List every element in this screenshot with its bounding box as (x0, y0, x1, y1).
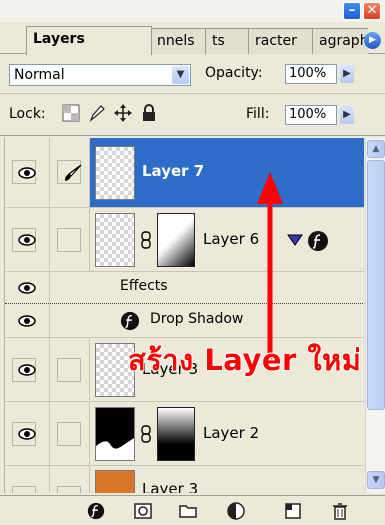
visibility-cell[interactable] (5, 466, 50, 493)
lock-image-icon[interactable] (88, 104, 106, 122)
layer-row-layer-3-bottom[interactable]: Layer 3 (5, 466, 364, 493)
tab-row: nnels ts racter agraph Layers ▶ (0, 22, 385, 55)
folder-icon[interactable] (178, 501, 198, 521)
adjustment-icon[interactable] (226, 501, 246, 521)
layer-thumbnail (95, 470, 135, 493)
opacity-field[interactable]: 100% (285, 64, 337, 84)
title-bar: – ✕ (0, 0, 385, 22)
layers-bottom-toolbar (0, 495, 385, 525)
effects-label: Effects (120, 278, 168, 294)
eye-icon[interactable] (18, 282, 36, 294)
new-layer-icon[interactable] (283, 501, 303, 521)
palette-menu-icon[interactable]: ▶ (364, 32, 381, 49)
lock-transparency-icon[interactable] (62, 104, 80, 122)
lock-position-icon[interactable] (114, 104, 132, 122)
effects-row[interactable]: Effects (5, 272, 364, 304)
blend-options-row: Normal ▼ Opacity: 100% ▶ (0, 56, 385, 94)
visibility-cell[interactable] (5, 338, 50, 401)
lock-label: Lock: (9, 106, 46, 122)
eye-icon[interactable] (18, 234, 36, 246)
layers-scrollbar[interactable]: ▲ ▼ (365, 138, 385, 493)
layers-list: Layer 7 Layer 6 Effects Drop Shadow Laye… (4, 138, 364, 493)
drop-shadow-label: Drop Shadow (150, 311, 244, 327)
blend-mode-select[interactable]: Normal ▼ (9, 64, 191, 86)
link-cell[interactable] (50, 138, 90, 207)
eye-icon[interactable] (18, 428, 36, 440)
link-cell[interactable] (50, 208, 90, 271)
close-button[interactable]: ✕ (363, 2, 381, 20)
fill-label: Fill: (246, 106, 270, 122)
layer-thumbnail (95, 407, 135, 461)
layer-row-layer-2[interactable]: Layer 2 (5, 402, 364, 466)
scroll-up-icon[interactable]: ▲ (367, 140, 385, 158)
layer-style-icon[interactable] (86, 501, 106, 521)
link-cell[interactable] (50, 402, 90, 465)
fx-icon (120, 311, 140, 331)
link-cell[interactable] (50, 466, 90, 493)
eye-icon[interactable] (18, 315, 36, 327)
tab-layers[interactable]: Layers (26, 26, 152, 55)
eye-icon[interactable] (18, 364, 36, 376)
opacity-slider-arrow-icon[interactable]: ▶ (340, 65, 354, 83)
visibility-cell[interactable] (5, 304, 50, 337)
chain-link-icon[interactable] (141, 231, 151, 249)
annotation-text: สร้าง Layer ใหม่ (128, 343, 362, 377)
trash-icon[interactable] (330, 501, 350, 521)
layers-palette: – ✕ nnels ts racter agraph Layers ▶ Norm… (0, 0, 385, 525)
layer-mask-thumbnail (157, 213, 195, 267)
brush-icon (65, 164, 82, 181)
layer-thumbnail (95, 146, 135, 200)
link-cell[interactable] (50, 338, 90, 401)
eye-icon[interactable] (18, 167, 36, 179)
visibility-cell[interactable] (5, 138, 50, 207)
scroll-thumb[interactable] (367, 160, 385, 410)
lock-fill-row: Lock: Fill: 100% ▶ (0, 94, 385, 136)
layer-name[interactable]: Layer 2 (203, 424, 259, 442)
mask-icon[interactable] (133, 501, 153, 521)
layer-name[interactable]: Layer 7 (142, 162, 204, 180)
layer-name[interactable]: Layer 3 (142, 480, 198, 493)
annotation-arrow-icon (257, 172, 283, 360)
minimize-button[interactable]: – (343, 2, 361, 20)
visibility-cell[interactable] (5, 208, 50, 271)
tab-character[interactable]: racter (248, 28, 318, 54)
tab-paragraph[interactable]: agraph (312, 28, 368, 54)
fill-field[interactable]: 100% (285, 105, 337, 125)
visibility-cell[interactable] (5, 272, 50, 303)
layer-thumbnail-shape (96, 438, 134, 460)
scroll-down-icon[interactable]: ▼ (367, 471, 385, 489)
fill-slider-arrow-icon[interactable]: ▶ (340, 106, 354, 124)
layer-row-layer-6[interactable]: Layer 6 (5, 208, 364, 272)
layer-thumbnail (95, 213, 135, 267)
fx-icon[interactable] (307, 230, 329, 252)
drop-shadow-row[interactable]: Drop Shadow (5, 304, 364, 338)
lock-all-icon[interactable] (140, 104, 158, 122)
chevron-down-icon[interactable]: ▼ (172, 66, 189, 84)
visibility-cell[interactable] (5, 402, 50, 465)
layer-mask-thumbnail (157, 407, 195, 461)
blend-mode-value: Normal (14, 67, 65, 83)
chain-link-icon[interactable] (141, 425, 151, 443)
layer-row-layer-7[interactable]: Layer 7 (5, 138, 364, 208)
tab-channels[interactable]: nnels (150, 28, 212, 54)
opacity-label: Opacity: (205, 65, 263, 81)
